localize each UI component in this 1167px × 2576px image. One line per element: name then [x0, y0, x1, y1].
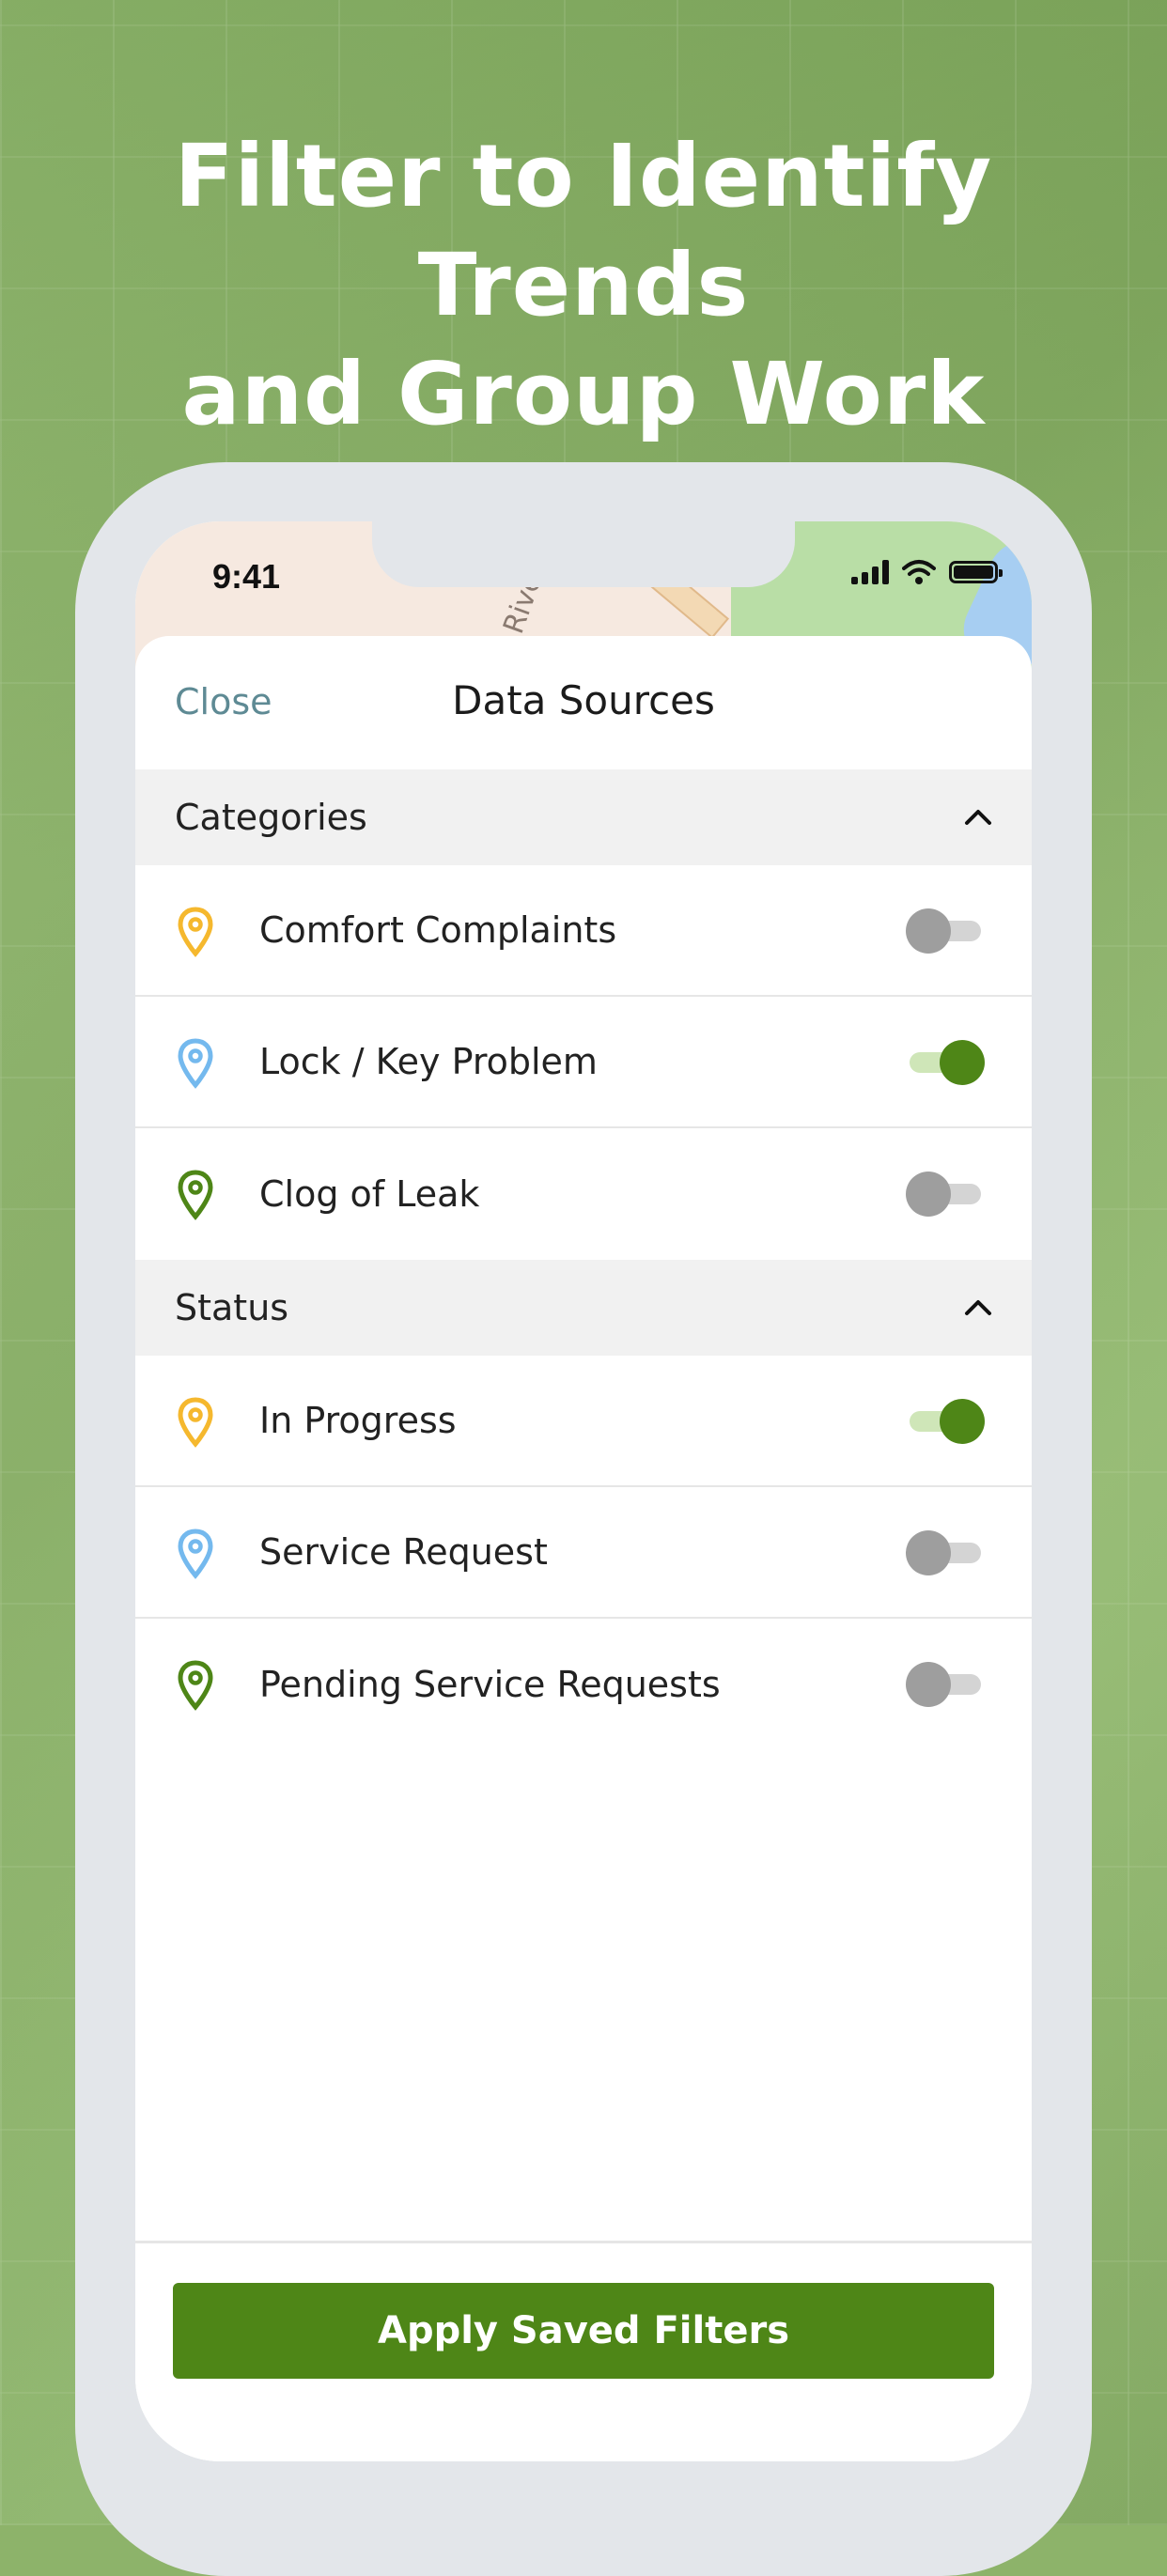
chevron-up-icon[interactable] — [964, 803, 992, 831]
data-sources-sheet: Close Data Sources Categories Comfort Co… — [135, 636, 1032, 2461]
map-pin-icon — [178, 1397, 213, 1448]
map-pin-icon — [178, 907, 213, 957]
sheet-footer: Apply Saved Filters — [135, 2241, 1032, 2461]
status-list: In Progress Service Request Pending Serv… — [135, 1356, 1032, 1750]
item-label: Comfort Complaints — [259, 909, 617, 951]
list-item-pending-service-requests: Pending Service Requests — [135, 1619, 1032, 1750]
section-title: Status — [175, 1287, 289, 1328]
section-title: Categories — [175, 797, 367, 838]
list-item-service-request: Service Request — [135, 1487, 1032, 1619]
list-item-comfort-complaints: Comfort Complaints — [135, 865, 1032, 997]
sheet-header: Close Data Sources — [135, 636, 1032, 769]
item-label: Lock / Key Problem — [259, 1041, 598, 1082]
cellular-signal-icon — [851, 560, 889, 584]
status-icons — [851, 559, 1003, 585]
list-item-in-progress: In Progress — [135, 1356, 1032, 1487]
list-item-lock-key-problem: Lock / Key Problem — [135, 997, 1032, 1128]
toggle-in-progress[interactable] — [906, 1399, 985, 1444]
wifi-icon — [902, 560, 936, 584]
apply-saved-filters-button[interactable]: Apply Saved Filters — [173, 2283, 994, 2379]
item-label: Pending Service Requests — [259, 1664, 721, 1705]
section-header-categories[interactable]: Categories — [135, 769, 1032, 865]
map-pin-icon — [178, 1529, 213, 1579]
phone-screen: Rive 9:41 Close Data Sources Categories — [135, 521, 1032, 2461]
chevron-up-icon[interactable] — [964, 1294, 992, 1322]
map-pin-icon — [178, 1170, 213, 1220]
sheet-title: Data Sources — [452, 677, 715, 723]
status-time: 9:41 — [212, 557, 281, 596]
list-item-clog-of-leak: Clog of Leak — [135, 1128, 1032, 1260]
toggle-clog-of-leak[interactable] — [906, 1172, 985, 1217]
toggle-lock-key-problem[interactable] — [906, 1040, 985, 1085]
item-label: Clog of Leak — [259, 1173, 480, 1215]
phone-notch — [372, 521, 795, 587]
headline-line-1: Filter to Identify Trends — [174, 126, 993, 335]
item-label: In Progress — [259, 1400, 457, 1441]
battery-icon — [949, 561, 1003, 583]
map-pin-icon — [178, 1660, 213, 1711]
toggle-service-request[interactable] — [906, 1530, 985, 1575]
item-label: Service Request — [259, 1531, 548, 1573]
toggle-comfort-complaints[interactable] — [906, 908, 985, 954]
categories-list: Comfort Complaints Lock / Key Problem Cl… — [135, 865, 1032, 1260]
map-pin-icon — [178, 1038, 213, 1089]
toggle-pending-service-requests[interactable] — [906, 1662, 985, 1707]
section-header-status[interactable]: Status — [135, 1260, 1032, 1356]
